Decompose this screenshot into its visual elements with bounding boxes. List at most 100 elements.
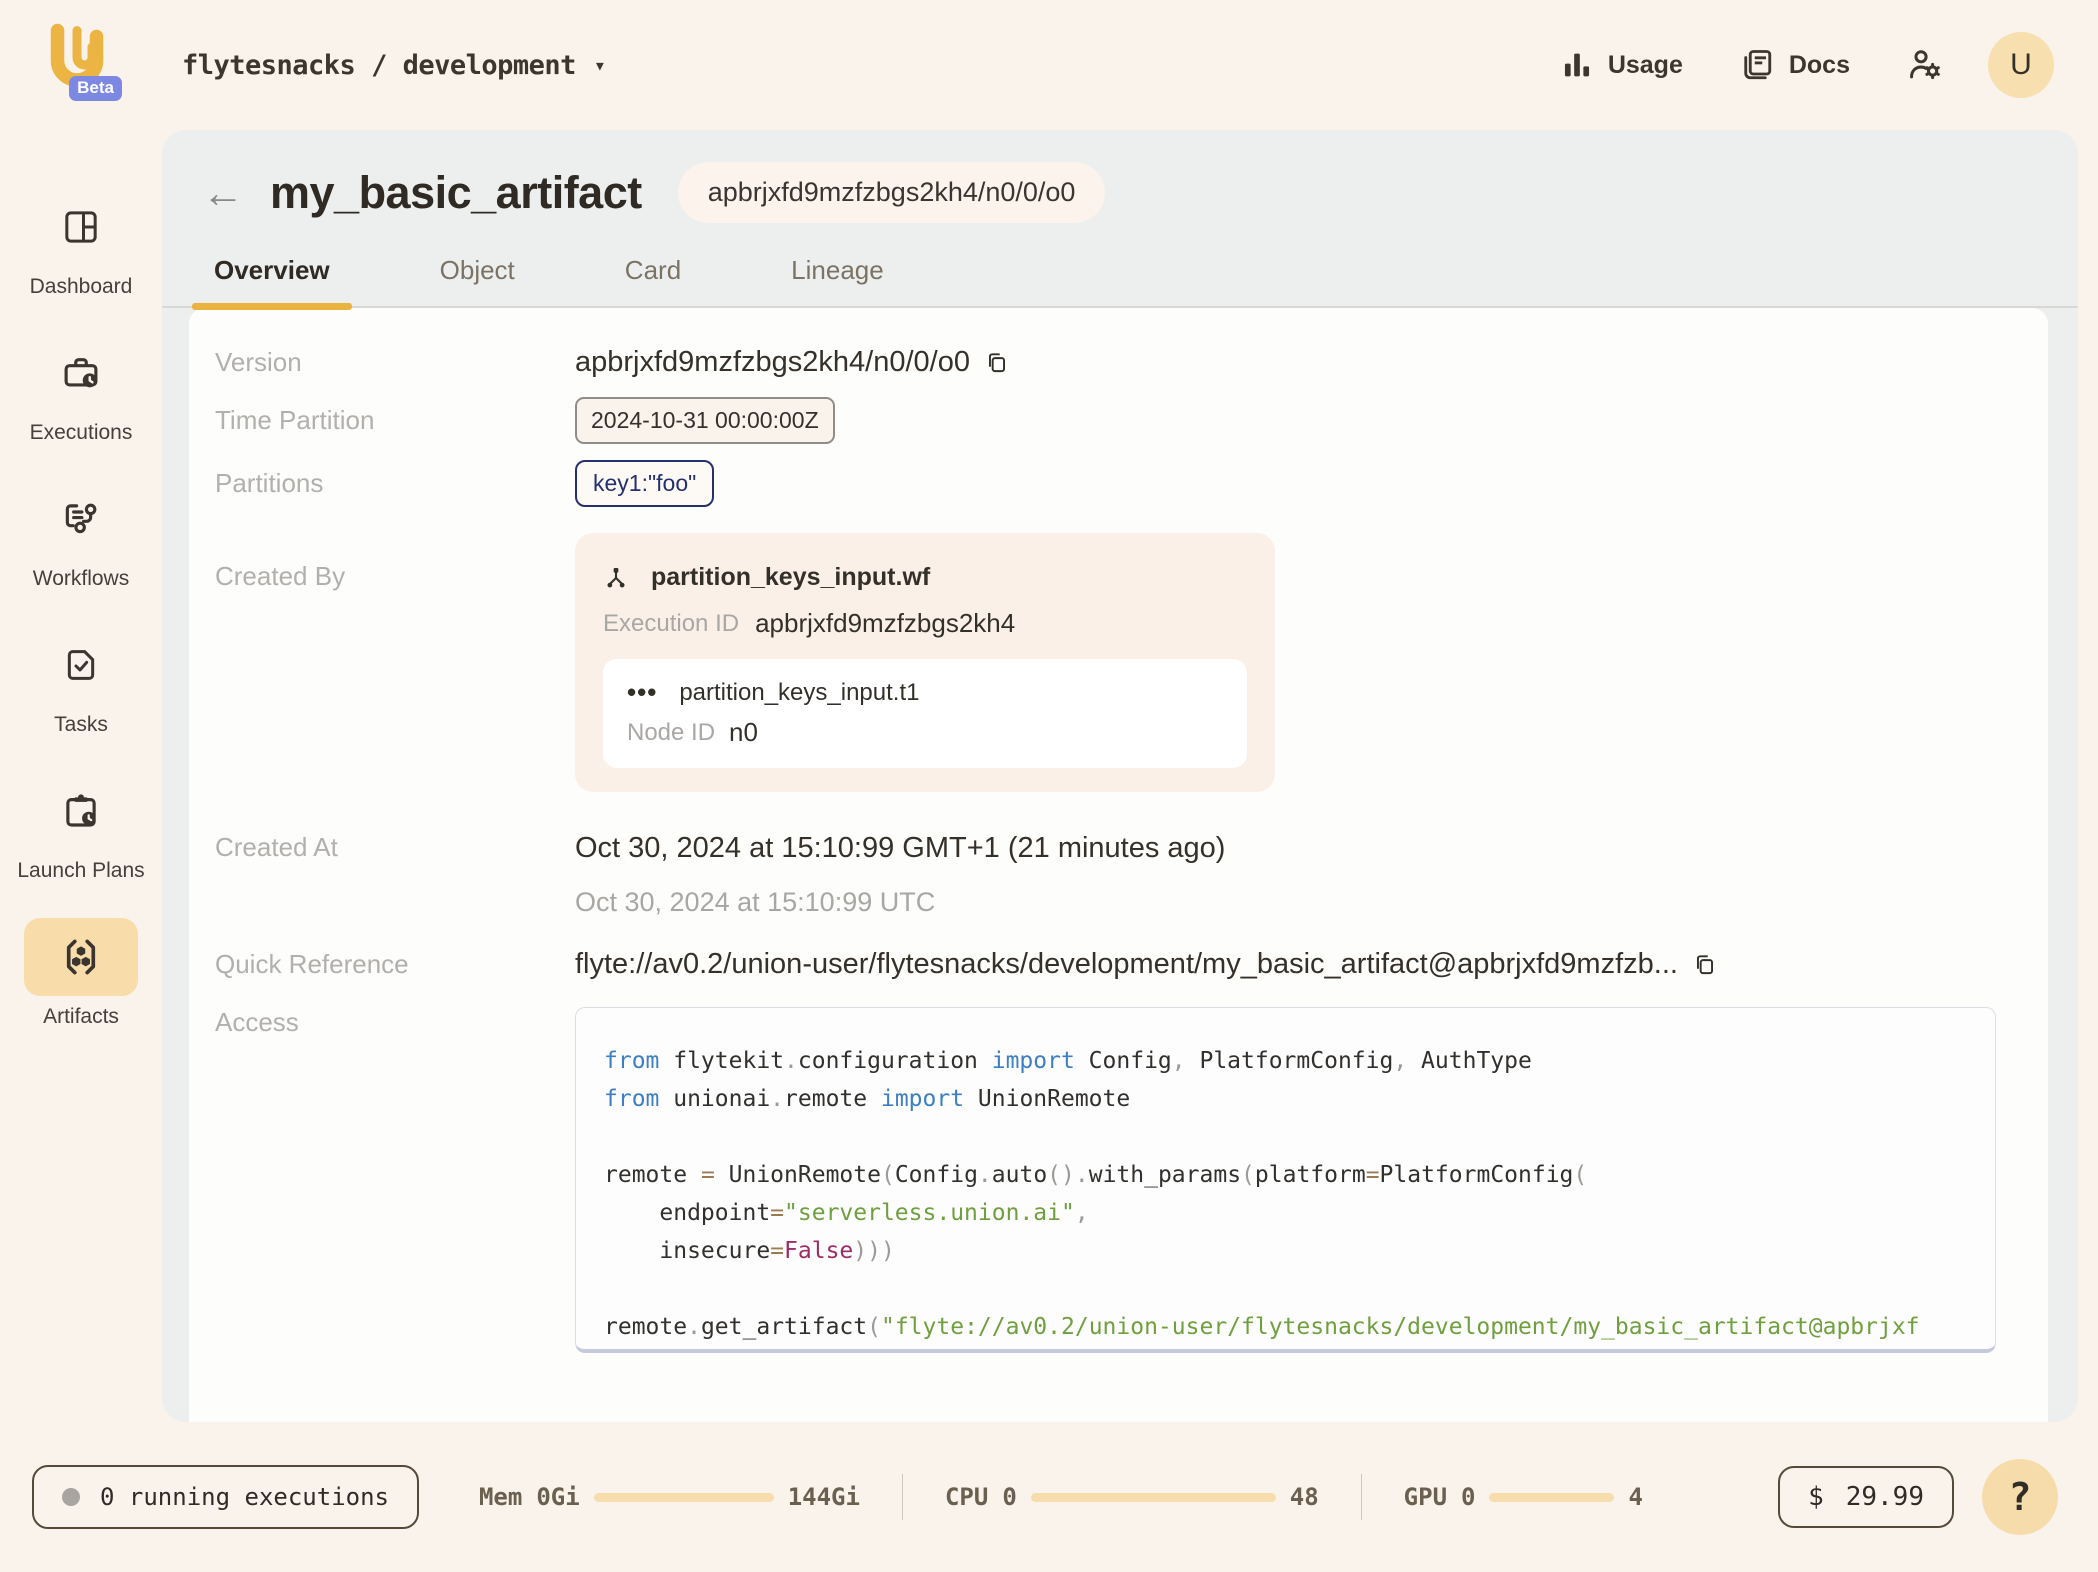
time-partition-chip: 2024-10-31 00:00:00Z: [575, 397, 835, 444]
workflows-icon: [65, 503, 97, 534]
mem-current: 0Gi: [536, 1483, 580, 1511]
cost-button[interactable]: $ 29.99: [1778, 1466, 1954, 1528]
artifact-header: ← my_basic_artifact apbrjxfd9mzfzbgs2kh4…: [162, 130, 2078, 229]
chevron-down-icon: ▾: [593, 53, 606, 77]
usage-button[interactable]: Usage: [1560, 48, 1683, 82]
created-by-card: partition_keys_input.wf Execution ID apb…: [575, 533, 1275, 792]
gpu-label: GPU: [1403, 1483, 1448, 1511]
copy-version-button[interactable]: [984, 350, 1010, 376]
dollar-icon: $: [1808, 1482, 1824, 1512]
mem-meter: Mem 0Gi 144Gi: [479, 1483, 860, 1511]
breadcrumb-text: flytesnacks / development: [182, 49, 576, 81]
partitions-label: Partitions: [215, 468, 324, 498]
node-id-label: Node ID: [627, 718, 716, 746]
gpu-meter: GPU 0 4: [1404, 1483, 1643, 1511]
user-settings-button[interactable]: [1906, 46, 1944, 84]
union-logo[interactable]: Beta: [44, 23, 122, 107]
cost-value: 29.99: [1845, 1482, 1924, 1512]
created-at-row: Created At Oct 30, 2024 at 15:10:99 GMT+…: [189, 832, 2048, 918]
overview-card: Version apbrjxfd9mzfzbgs2kh4/n0/0/o0 Tim…: [189, 308, 2048, 1422]
created-by-task-card: ••• partition_keys_input.t1 Node ID n0: [603, 659, 1247, 768]
breadcrumb[interactable]: flytesnacks / development ▾: [182, 49, 606, 81]
time-partition-label: Time Partition: [215, 405, 375, 435]
sidebar-label-artifacts: Artifacts: [43, 1005, 119, 1028]
created-at-label: Created At: [215, 832, 338, 862]
cpu-current: 0: [1002, 1483, 1017, 1511]
back-button[interactable]: ←: [202, 171, 244, 214]
execution-id-value: apbrjxfd9mzfzbgs2kh4: [755, 608, 1016, 638]
avatar[interactable]: U: [1988, 32, 2054, 98]
main-panel: ← my_basic_artifact apbrjxfd9mzfzbgs2kh4…: [162, 130, 2078, 1422]
execution-id-row: Execution ID apbrjxfd9mzfzbgs2kh4: [603, 608, 1247, 639]
workflow-fork-icon: [607, 567, 625, 587]
copy-quick-reference-button[interactable]: [1692, 952, 1718, 978]
person-gear-icon: [1910, 50, 1940, 80]
tab-lineage[interactable]: Lineage: [769, 255, 906, 306]
access-row: Access from flytekit.configuration impor…: [189, 1007, 2048, 1353]
sidebar-item-tasks[interactable]: Tasks: [0, 626, 162, 738]
tasks-icon: [67, 650, 95, 680]
sidebar-item-executions[interactable]: Executions: [0, 334, 162, 446]
tab-overview[interactable]: Overview: [192, 255, 352, 310]
tab-bar: Overview Object Card Lineage: [162, 229, 2078, 310]
sidebar-label-workflows: Workflows: [32, 567, 130, 590]
created-at-utc: Oct 30, 2024 at 15:10:99 UTC: [575, 887, 936, 917]
version-value: apbrjxfd9mzfzbgs2kh4/n0/0/o0: [575, 346, 970, 378]
sidebar-label-tasks: Tasks: [54, 713, 108, 736]
mem-max: 144Gi: [787, 1483, 860, 1511]
meter-divider: [901, 1474, 903, 1520]
status-dot: [62, 1488, 80, 1506]
sidebar: Dashboard Executions Workflows Tasks Lau…: [0, 130, 162, 1422]
top-header: Beta flytesnacks / development ▾ Usage D…: [0, 0, 2098, 130]
cpu-max: 48: [1289, 1483, 1319, 1511]
sidebar-item-dashboard[interactable]: Dashboard: [0, 188, 162, 300]
question-mark-icon: ?: [2008, 1475, 2032, 1519]
docs-button[interactable]: Docs: [1739, 47, 1850, 83]
quick-reference-label: Quick Reference: [215, 949, 409, 979]
version-label: Version: [215, 347, 302, 377]
usage-label: Usage: [1607, 50, 1683, 79]
dashboard-icon: [65, 211, 97, 243]
footer-status-bar: 0 running executions Mem 0Gi 144Gi CPU 0…: [0, 1422, 2098, 1572]
sidebar-item-artifacts[interactable]: Artifacts: [0, 918, 162, 1030]
partitions-row: Partitions key1:"foo": [189, 460, 2048, 507]
copy-icon: [988, 352, 1006, 372]
execution-id-label: Execution ID: [603, 609, 740, 637]
sidebar-item-workflows[interactable]: Workflows: [0, 480, 162, 592]
artifact-version-badge: apbrjxfd9mzfzbgs2kh4/n0/0/o0: [677, 162, 1106, 223]
mem-label: Mem: [478, 1483, 523, 1511]
executions-icon: [64, 358, 98, 388]
quick-reference-row: Quick Reference flyte://av0.2/union-user…: [189, 948, 2048, 981]
meter-divider: [1360, 1474, 1362, 1520]
created-by-task-name: partition_keys_input.t1: [679, 679, 920, 706]
copy-icon: [1696, 954, 1713, 974]
node-id-value: n0: [729, 717, 758, 747]
sidebar-label-dashboard: Dashboard: [29, 275, 133, 298]
gpu-bar: [1489, 1492, 1615, 1502]
node-id-row: Node ID n0: [627, 717, 1223, 748]
sidebar-item-launch-plans[interactable]: Launch Plans: [0, 772, 162, 884]
running-executions-label: 0 running executions: [100, 1483, 389, 1511]
mem-bar: [593, 1492, 774, 1502]
page-title: my_basic_artifact: [270, 166, 642, 218]
created-by-label: Created By: [215, 561, 346, 591]
running-executions-button[interactable]: 0 running executions: [32, 1465, 419, 1529]
created-at-local: Oct 30, 2024 at 15:10:99 GMT+1 (21 minut…: [575, 832, 1226, 864]
access-code: from flytekit.configuration import Confi…: [575, 1007, 1996, 1353]
created-by-workflow-link[interactable]: partition_keys_input.wf: [603, 563, 1247, 592]
sidebar-label-launch-plans: Launch Plans: [17, 859, 145, 882]
gpu-max: 4: [1628, 1483, 1643, 1511]
help-button[interactable]: ?: [1982, 1459, 2058, 1535]
avatar-initial: U: [2010, 48, 2032, 81]
artifacts-icon: [66, 939, 96, 975]
sidebar-label-executions: Executions: [29, 421, 133, 444]
partition-chip: key1:"foo": [575, 460, 715, 507]
created-by-workflow-name: partition_keys_input.wf: [651, 563, 931, 591]
ellipsis-icon: •••: [627, 677, 658, 708]
tab-card[interactable]: Card: [603, 255, 703, 306]
tab-object[interactable]: Object: [418, 255, 537, 306]
bar-chart-icon: [1564, 53, 1589, 77]
time-partition-row: Time Partition 2024-10-31 00:00:00Z: [189, 397, 2048, 444]
created-by-row: Created By partition_keys_input.wf Execu…: [189, 533, 2048, 792]
created-by-task-link[interactable]: ••• partition_keys_input.t1: [627, 679, 1223, 707]
